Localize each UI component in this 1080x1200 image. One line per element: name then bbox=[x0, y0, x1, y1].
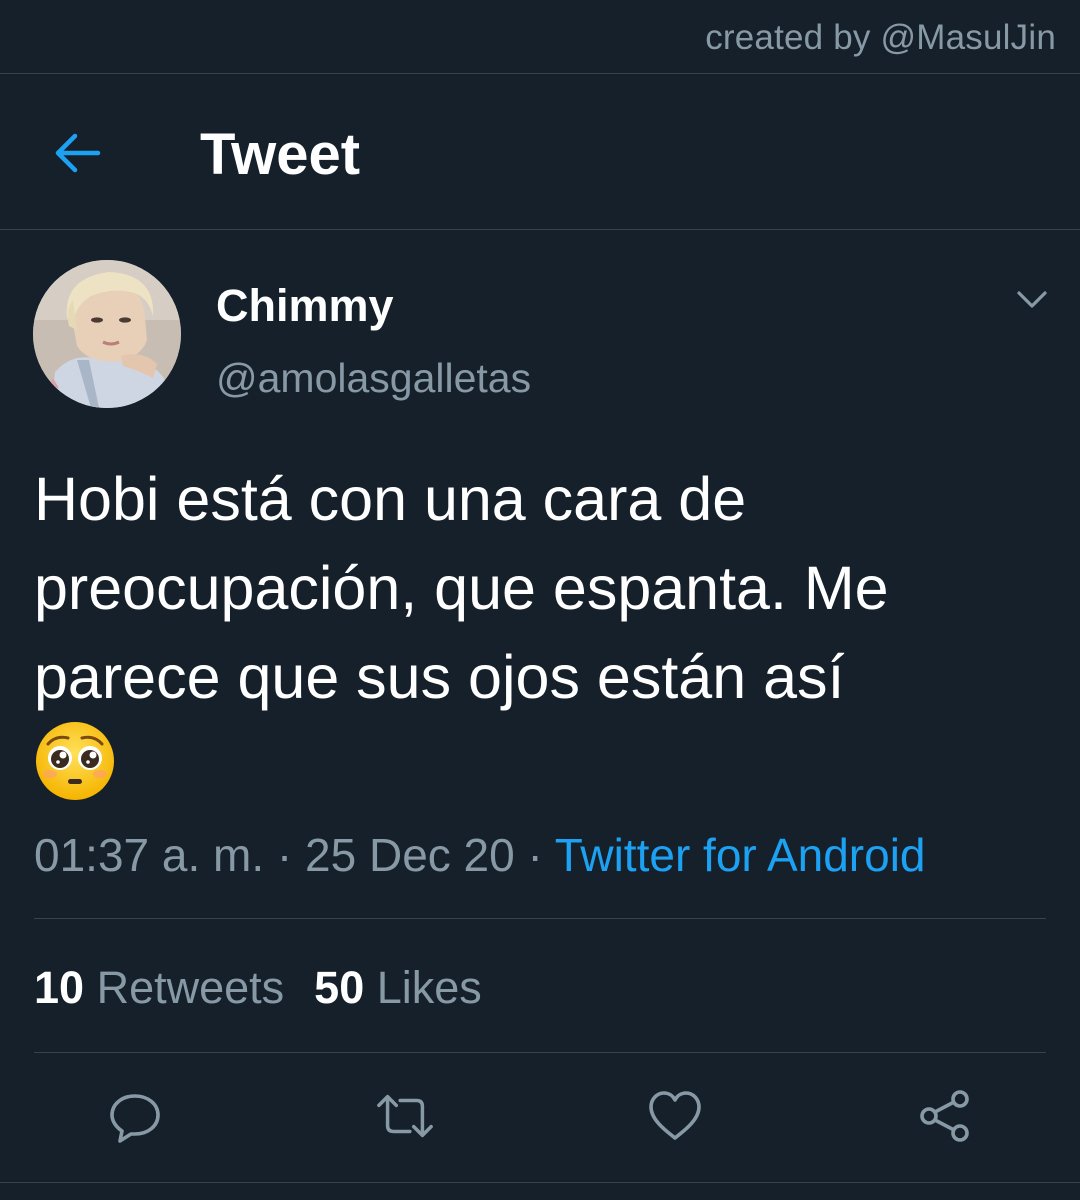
retweet-icon bbox=[377, 1094, 433, 1138]
share-icon bbox=[920, 1090, 969, 1142]
meta-separator: · bbox=[276, 829, 293, 881]
tweet-date: 25 Dec 20 bbox=[305, 829, 515, 881]
divider bbox=[0, 1182, 1080, 1183]
page-title: Tweet bbox=[200, 122, 361, 187]
pleading-face-emoji bbox=[34, 720, 116, 802]
divider bbox=[34, 918, 1046, 919]
tweet-text: Hobi está con una cara de preocupación, … bbox=[34, 465, 889, 711]
retweets-stat[interactable]: 10 Retweets bbox=[34, 962, 284, 1013]
reply-icon bbox=[110, 1094, 160, 1143]
tweet-metadata: 01:37 a. m. · 25 Dec 20 · Twitter for An… bbox=[34, 828, 926, 882]
retweets-count: 10 bbox=[34, 962, 85, 1013]
tweet-stats: 10 Retweets 50 Likes bbox=[34, 962, 482, 1014]
likes-count: 50 bbox=[314, 962, 365, 1013]
tweet-options-button[interactable] bbox=[1010, 282, 1054, 318]
like-icon bbox=[649, 1091, 701, 1140]
reply-button[interactable] bbox=[105, 1086, 165, 1146]
avatar-photo bbox=[33, 260, 181, 408]
chevron-down-icon bbox=[1017, 291, 1047, 308]
like-button[interactable] bbox=[645, 1086, 705, 1146]
tweet-actions-bar bbox=[0, 1080, 1080, 1160]
author-display-name[interactable]: Chimmy bbox=[216, 280, 394, 332]
credit-bar: created by @MasulJin bbox=[0, 0, 1080, 74]
credit-text: created by @MasulJin bbox=[705, 18, 1056, 57]
app-header: Tweet bbox=[0, 75, 1080, 230]
divider bbox=[34, 1052, 1046, 1053]
meta-separator: · bbox=[527, 829, 543, 881]
author-handle[interactable]: @amolasgalletas bbox=[216, 355, 531, 402]
arrow-left-icon bbox=[55, 133, 101, 173]
share-button[interactable] bbox=[915, 1086, 975, 1146]
avatar[interactable] bbox=[33, 260, 181, 408]
tweet-detail-screen: created by @MasulJin Tweet Chimmy @amola… bbox=[0, 0, 1080, 1200]
tweet-source-link[interactable]: Twitter for Android bbox=[555, 829, 926, 881]
likes-label: Likes bbox=[376, 962, 482, 1013]
tweet-time: 01:37 a. m. bbox=[34, 829, 265, 881]
retweets-label: Retweets bbox=[96, 962, 285, 1013]
retweet-button[interactable] bbox=[375, 1086, 435, 1146]
back-button[interactable] bbox=[46, 125, 108, 181]
likes-stat[interactable]: 50 Likes bbox=[314, 962, 482, 1013]
